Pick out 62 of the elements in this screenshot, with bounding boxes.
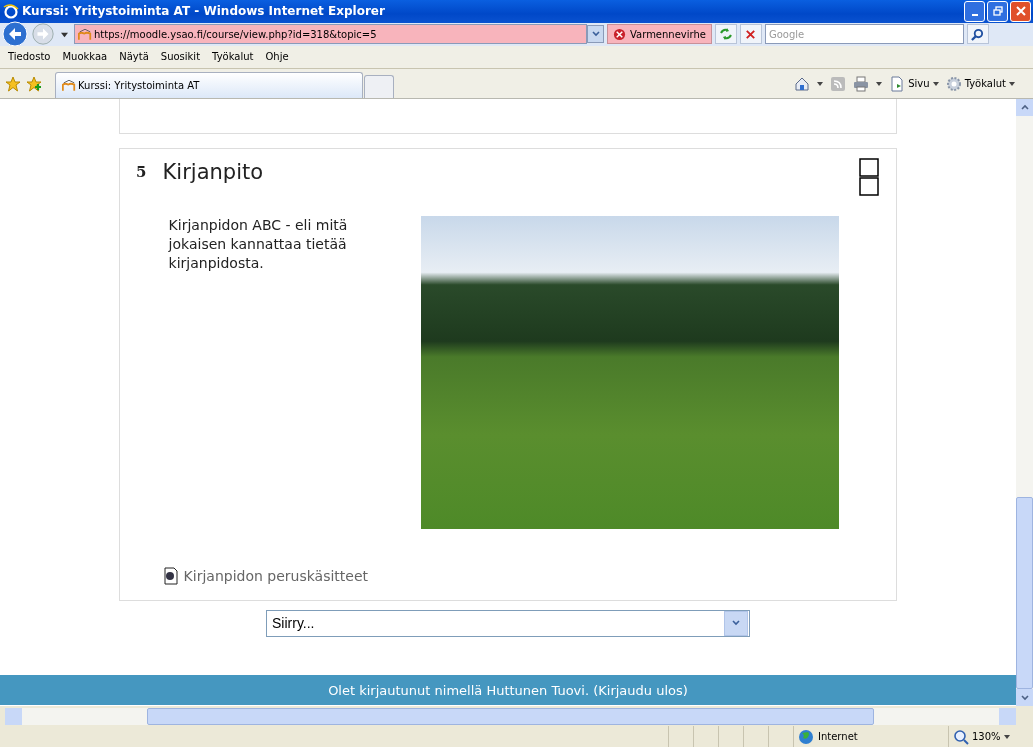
jump-menu-dropdown[interactable]: Siirry... <box>266 609 750 637</box>
caret-icon <box>932 80 939 87</box>
address-dropdown-button[interactable] <box>587 25 604 44</box>
menu-item[interactable]: Ohje <box>259 51 295 63</box>
browser-tab[interactable]: Kurssi: Yritystoiminta AT <box>55 71 363 98</box>
resource-link[interactable]: Kirjanpidon peruskäsitteet <box>183 567 369 584</box>
chevron-down-icon <box>732 619 740 628</box>
stop-icon <box>744 27 758 41</box>
caret-icon <box>61 30 68 38</box>
section-summary: Kirjanpidon ABC - eli mitä jokaisen kannattaa tietää kirjanpidosta. <box>168 215 349 273</box>
zoom-icon <box>953 728 969 745</box>
gear-icon <box>945 75 962 92</box>
print-icon[interactable] <box>853 75 870 92</box>
url-text: https://moodle.ysao.fi/course/view.php?id=318&topic=5 <box>94 28 377 40</box>
back-button[interactable] <box>2 21 28 48</box>
caret-icon[interactable] <box>817 80 824 87</box>
search-field[interactable]: Google <box>765 24 964 45</box>
search-icon <box>971 27 985 41</box>
forward-button[interactable] <box>31 22 55 47</box>
section-title: Kirjanpito <box>162 158 264 184</box>
section-number: 5 <box>136 162 147 183</box>
page-menu-button[interactable]: Sivu <box>889 75 939 92</box>
login-info-text: Olet kirjautunut nimellä Huttunen Tuovi. (Kirjaudu ulos) <box>328 682 688 698</box>
restore-icon <box>992 6 1003 17</box>
window-title: Kurssi: Yritystoiminta AT - Windows Internet Explorer <box>22 4 386 19</box>
caret-icon[interactable] <box>876 80 883 87</box>
menu-item[interactable]: Näytä <box>113 51 155 63</box>
stop-button[interactable] <box>740 24 762 45</box>
menu-item[interactable]: Työkalut <box>206 51 260 63</box>
close-icon <box>1015 6 1026 17</box>
scroll-up-icon[interactable] <box>1020 103 1029 112</box>
show-one-section-icon[interactable] <box>858 157 879 196</box>
security-zone-text: Internet <box>818 731 858 743</box>
certificate-error-button[interactable]: Varmennevirhe <box>607 24 712 45</box>
add-favorite-icon[interactable] <box>26 75 42 92</box>
chevron-down-icon <box>591 30 600 39</box>
minimize-button[interactable] <box>964 0 985 22</box>
document-icon <box>162 566 179 585</box>
zoom-button[interactable]: 130% <box>948 726 1033 747</box>
page-icon <box>889 75 906 92</box>
vertical-scrollbar[interactable] <box>1016 98 1033 707</box>
menu-item[interactable]: Suosikit <box>154 51 207 63</box>
refresh-icon <box>719 27 733 42</box>
menu-item[interactable]: Muokkaa <box>56 51 114 63</box>
browser-logo-icon <box>3 3 19 20</box>
refresh-button[interactable] <box>715 24 737 45</box>
tools-menu-button[interactable]: Työkalut <box>945 75 1015 92</box>
restore-button[interactable] <box>987 0 1008 22</box>
error-icon <box>613 27 626 41</box>
search-button[interactable] <box>967 24 989 45</box>
caret-icon <box>1003 733 1010 740</box>
address-field[interactable]: https://moodle.ysao.fi/course/view.php?id=318&topic=5 <box>74 24 587 45</box>
home-icon[interactable] <box>794 75 811 92</box>
star-icon[interactable] <box>5 75 21 92</box>
scroll-down-icon[interactable] <box>1020 693 1029 702</box>
caret-icon <box>1009 80 1015 87</box>
close-button[interactable] <box>1010 0 1031 22</box>
tab-title: Kurssi: Yritystoiminta AT <box>78 79 200 91</box>
globe-icon <box>798 728 814 745</box>
menu-item[interactable]: Tiedosto <box>2 51 57 63</box>
minimize-icon <box>971 13 978 16</box>
horizontal-scrollbar[interactable] <box>5 708 1016 726</box>
